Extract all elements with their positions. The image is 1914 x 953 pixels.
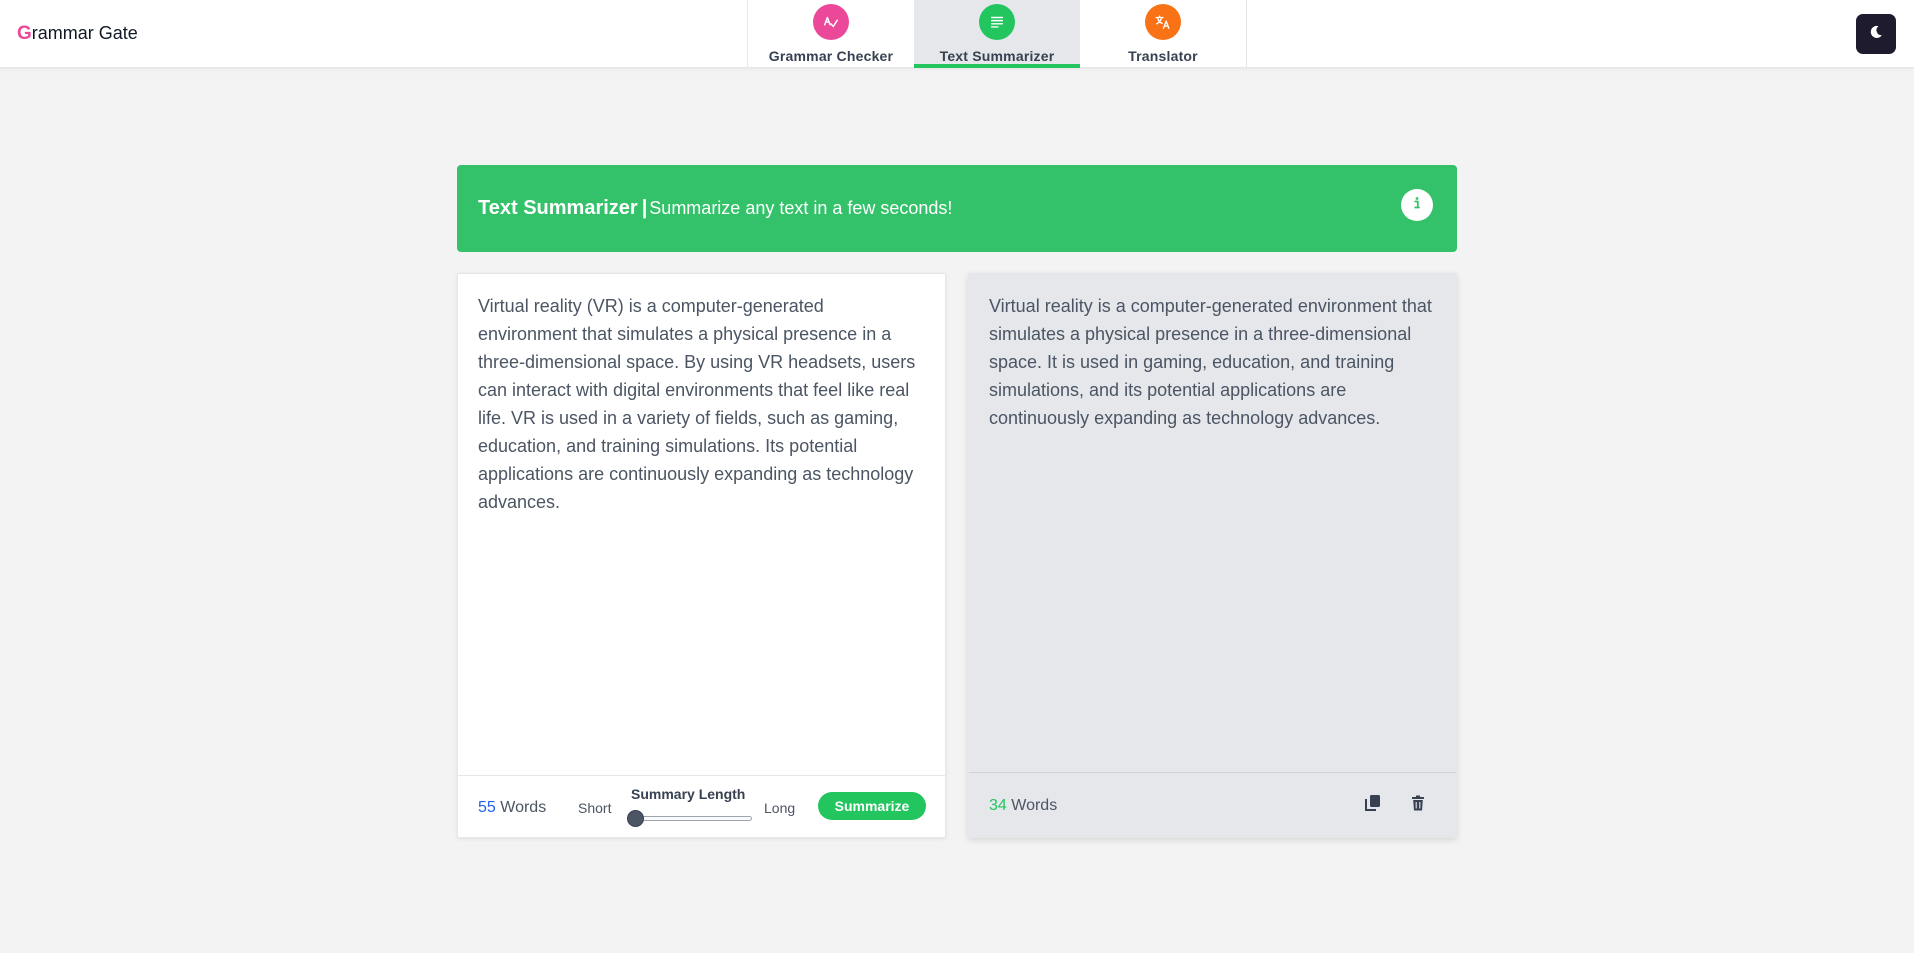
page-title: Text Summarizer | Summarize any text in a … (478, 197, 952, 220)
input-panel: Virtual reality (VR) is a computer-gener… (457, 273, 946, 838)
long-label: Long (764, 800, 796, 816)
tab-text-summarizer[interactable]: Text Summarizer (914, 0, 1080, 68)
tab-label: Translator (1128, 48, 1198, 64)
output-footer: 34 Words (969, 772, 1456, 837)
output-word-count-value: 34 (989, 797, 1007, 814)
tab-label: Grammar Checker (768, 48, 894, 64)
translate-icon (1145, 4, 1181, 40)
moon-icon (1868, 24, 1884, 45)
logo-initial: G (17, 23, 32, 44)
banner-title: Text Summarizer (478, 197, 638, 219)
dark-mode-toggle[interactable] (1856, 14, 1896, 54)
banner-separator: | (641, 197, 648, 219)
summarize-button[interactable]: Summarize (818, 792, 926, 820)
page-banner: Text Summarizer | Summarize any text in a … (457, 165, 1457, 252)
delete-button[interactable] (1407, 794, 1429, 816)
summary-length-label: Summary Length (631, 786, 746, 802)
info-button[interactable] (1401, 189, 1433, 221)
slider-handle[interactable] (627, 810, 644, 827)
input-word-count-value: 55 (478, 799, 496, 816)
copy-icon (1363, 793, 1383, 818)
logo-text: rammar Gate (31, 23, 138, 43)
output-panel: Virtual reality is a computer-generated … (968, 273, 1457, 838)
output-word-label: Words (1011, 797, 1058, 814)
summary-text: Virtual reality is a computer-generated … (989, 296, 1432, 428)
tab-grammar-checker[interactable]: Grammar Checker (748, 0, 914, 68)
input-footer: 55 Words Short Summary Length Long Summa… (458, 775, 945, 837)
trash-icon (1409, 794, 1427, 817)
input-word-label: Words (500, 799, 547, 816)
spell-check-icon (813, 4, 849, 40)
short-label: Short (578, 800, 612, 816)
tool-tabs: Grammar Checker Text Summarizer Translat… (747, 0, 1247, 68)
output-word-count: 34 Words (989, 797, 1057, 815)
input-word-count: 55 Words (478, 799, 546, 817)
document-lines-icon (979, 4, 1015, 40)
banner-subtitle: Summarize any text in a few seconds! (649, 198, 953, 218)
app-logo[interactable]: Grammar Gate (17, 23, 138, 45)
input-text-area[interactable]: Virtual reality (VR) is a computer-gener… (478, 292, 925, 516)
summary-length-slider[interactable] (632, 816, 752, 821)
tab-label: Text Summarizer (939, 48, 1055, 64)
copy-button[interactable] (1362, 794, 1384, 816)
top-navbar: Grammar Gate Grammar Checker Text Summar… (0, 0, 1914, 68)
tab-translator[interactable]: Translator (1080, 0, 1246, 68)
info-icon (1409, 195, 1425, 216)
